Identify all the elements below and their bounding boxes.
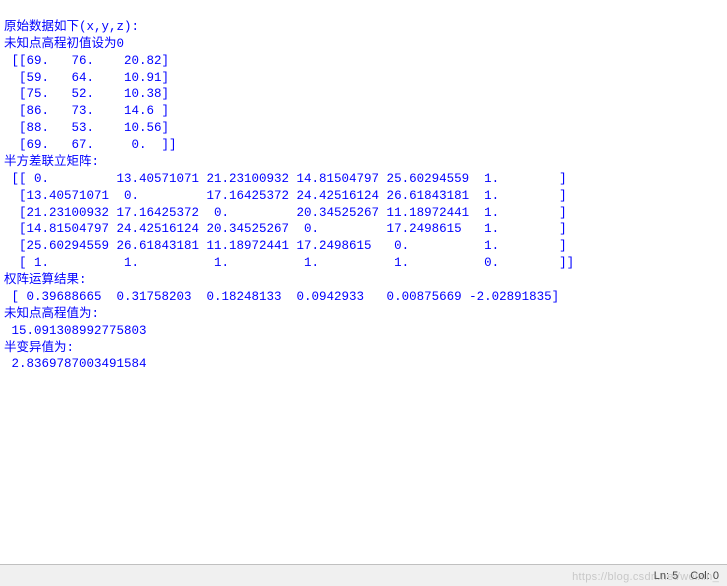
semivar-header: 半变异值为: <box>4 341 74 355</box>
ln-value: 5 <box>672 570 678 582</box>
raw-row-3: [86. 73. 14.6 ] <box>4 104 169 118</box>
matrix-row-1: [13.40571071 0. 17.16425372 24.42516124 … <box>4 189 567 203</box>
matrix-row-2: [21.23100932 17.16425372 0. 20.34525267 … <box>4 206 567 220</box>
col-label: Col: <box>690 570 710 582</box>
line-header2: 未知点高程初值设为0 <box>4 37 124 51</box>
line-header1: 原始数据如下(x,y,z): <box>4 20 139 34</box>
raw-row-4: [88. 53. 10.56] <box>4 121 169 135</box>
semivar-value: 2.8369787003491584 <box>4 357 147 371</box>
weight-row: [ 0.39688665 0.31758203 0.18248133 0.094… <box>4 290 559 304</box>
raw-row-0: [[69. 76. 20.82] <box>4 54 169 68</box>
matrix-row-5: [ 1. 1. 1. 1. 1. 0. ]] <box>4 256 574 270</box>
status-ln: Ln: 5 <box>654 570 678 582</box>
raw-row-5: [69. 67. 0. ]] <box>4 138 177 152</box>
elev-value: 15.091308992775803 <box>4 324 147 338</box>
matrix-row-0: [[ 0. 13.40571071 21.23100932 14.8150479… <box>4 172 567 186</box>
col-value: 0 <box>713 570 719 582</box>
matrix-header: 半方差联立矩阵: <box>4 155 99 169</box>
matrix-row-4: [25.60294559 26.61843181 11.18972441 17.… <box>4 239 567 253</box>
raw-row-2: [75. 52. 10.38] <box>4 87 169 101</box>
weight-header: 权阵运算结果: <box>4 273 87 287</box>
raw-row-1: [59. 64. 10.91] <box>4 71 169 85</box>
ln-label: Ln: <box>654 570 669 582</box>
elev-header: 未知点高程值为: <box>4 307 99 321</box>
status-bar: Ln: 5 Col: 0 <box>0 564 727 586</box>
status-col: Col: 0 <box>690 570 719 582</box>
matrix-row-3: [14.81504797 24.42516124 20.34525267 0. … <box>4 222 567 236</box>
output-console: 原始数据如下(x,y,z): 未知点高程初值设为0 [[69. 76. 20.8… <box>0 0 727 375</box>
